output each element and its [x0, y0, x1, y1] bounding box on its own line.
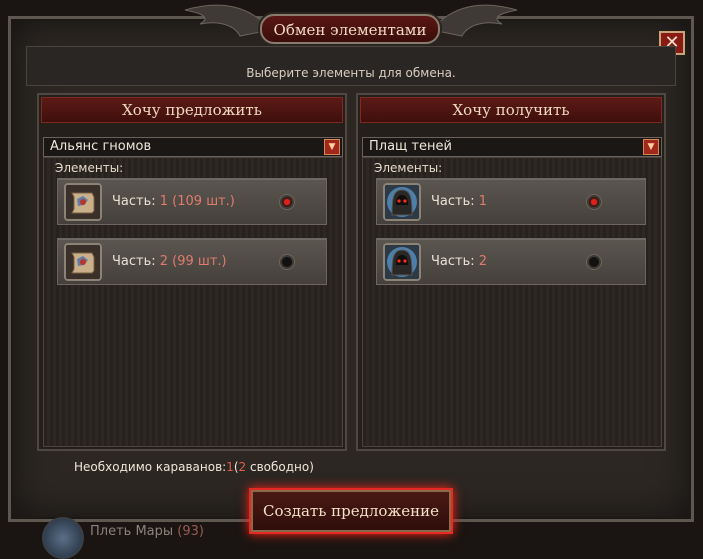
scroll-map-icon [64, 183, 102, 221]
receive-items-list: Элементы: Часть: 1 Часть: 2 [362, 157, 662, 447]
dropdown-arrow-icon[interactable]: ▼ [643, 139, 659, 155]
caravans-free: 2 [238, 460, 247, 474]
receive-item-2-radio[interactable] [587, 255, 601, 269]
subtitle-text: Выберите элементы для обмена. [246, 66, 456, 80]
receive-set-dropdown[interactable]: Плащ теней ▼ [362, 137, 662, 157]
offer-item-1-radio[interactable] [280, 195, 294, 209]
dialog-title: Обмен элементами [260, 14, 440, 44]
offer-item-1-label: Часть: 1 (109 шт.) [112, 194, 235, 209]
hooded-figure-icon [383, 243, 421, 281]
receive-item-1-count: 1 [478, 194, 488, 209]
receive-panel-heading: Хочу получить [360, 97, 662, 123]
left-wing-ornament [184, 4, 270, 37]
offer-items-label: Элементы: [55, 161, 124, 175]
offer-items-list: Элементы: Часть: 1 (109 шт.) Часть: 2 (9… [43, 157, 343, 447]
offer-set-value: Альянс гномов [50, 139, 152, 154]
right-wing-ornament [432, 4, 518, 37]
dropdown-arrow-icon[interactable]: ▼ [324, 139, 340, 155]
avatar [42, 517, 84, 559]
receive-set-value: Плащ теней [369, 139, 452, 154]
caravans-required: 1 [226, 460, 234, 474]
offer-item-2[interactable]: Часть: 2 (99 шт.) [57, 238, 327, 285]
caravans-free-label: свободно) [250, 460, 314, 474]
receive-items-label: Элементы: [374, 161, 443, 175]
background-user-name: Плеть Мары (93) [90, 524, 204, 539]
receive-item-1[interactable]: Часть: 1 [376, 178, 646, 225]
caravans-requirement: Необходимо караванов:1(2 свободно) [74, 460, 314, 474]
offer-item-1[interactable]: Часть: 1 (109 шт.) [57, 178, 327, 225]
background-user-entry: Плеть Мары (93) [40, 515, 240, 559]
receive-item-1-radio[interactable] [587, 195, 601, 209]
receive-item-2-count: 2 [478, 254, 488, 269]
hooded-figure-icon [383, 183, 421, 221]
create-offer-button[interactable]: Создать предложение [249, 488, 453, 534]
caravans-label: Необходимо караванов: [74, 460, 227, 474]
receive-panel: Хочу получить Плащ теней ▼ Элементы: Час… [356, 93, 666, 451]
receive-item-2-label: Часть: 2 [431, 254, 488, 269]
receive-item-1-label: Часть: 1 [431, 194, 488, 209]
scroll-map-icon [64, 243, 102, 281]
offer-item-1-count: 1 (109 шт.) [159, 194, 235, 209]
offer-set-dropdown[interactable]: Альянс гномов ▼ [43, 137, 343, 157]
offer-item-2-label: Часть: 2 (99 шт.) [112, 254, 227, 269]
background-user-count: (93) [177, 524, 204, 539]
offer-item-2-radio[interactable] [280, 255, 294, 269]
offer-panel: Хочу предложить Альянс гномов ▼ Элементы… [37, 93, 347, 451]
offer-item-2-count: 2 (99 шт.) [159, 254, 227, 269]
receive-item-2[interactable]: Часть: 2 [376, 238, 646, 285]
offer-panel-heading: Хочу предложить [41, 97, 343, 123]
